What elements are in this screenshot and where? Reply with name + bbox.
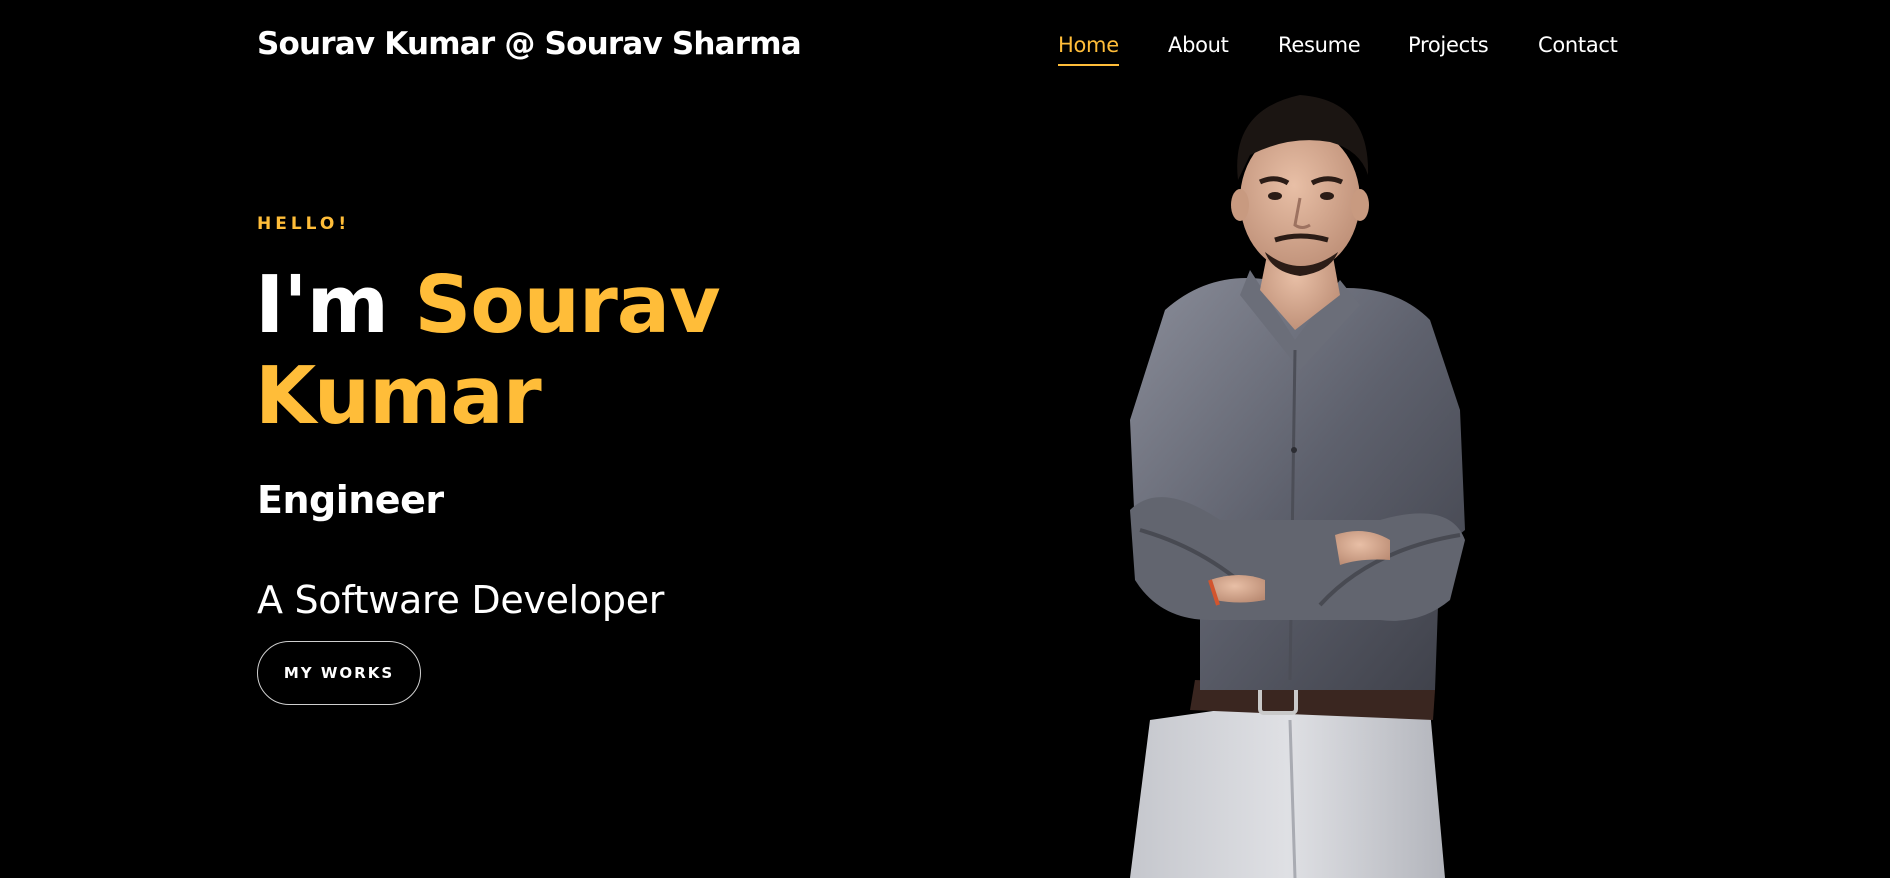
hero-intro: I'm: [255, 259, 389, 351]
hero-first-name: Sourav: [414, 259, 720, 351]
brand-logo[interactable]: Sourav Kumar @ Sourav Sharma: [257, 26, 802, 62]
nav-projects[interactable]: Projects: [1408, 33, 1489, 57]
page: Sourav Kumar @ Sourav Sharma Home About …: [0, 0, 1890, 878]
my-works-button[interactable]: MY WORKS: [257, 641, 421, 705]
nav-about[interactable]: About: [1168, 33, 1229, 57]
hero-last-name: Kumar: [255, 350, 542, 442]
nav-home[interactable]: Home: [1058, 33, 1119, 66]
nav-resume[interactable]: Resume: [1278, 33, 1361, 57]
hero-tagline: A Software Developer: [257, 578, 665, 622]
hero-greeting: HELLO!: [257, 214, 351, 234]
nav-contact[interactable]: Contact: [1538, 33, 1618, 57]
hero-headline: I'm Sourav Kumar: [255, 260, 815, 442]
profile-photo: [1130, 95, 1465, 878]
hero-role: Engineer: [257, 478, 444, 522]
